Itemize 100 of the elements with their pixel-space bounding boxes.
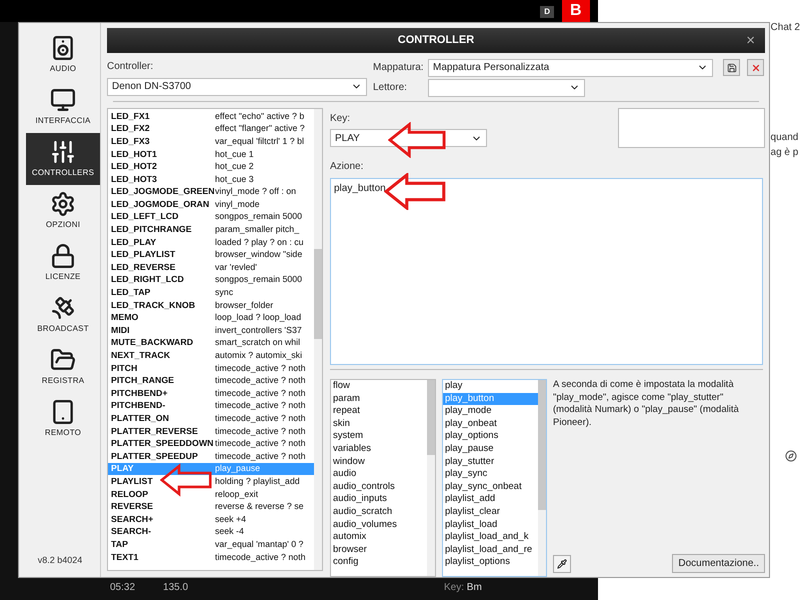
category-item[interactable]: window <box>331 456 427 468</box>
mapping-row[interactable]: LED_RIGHT_LCD songpos_remain 5000 <box>108 274 314 286</box>
track-time: 05:32 <box>110 581 136 595</box>
mapping-key: PITCH_RANGE <box>108 374 215 388</box>
mapping-row[interactable]: LED_JOGMODE_GREENvinyl_mode ? off : on <box>108 186 314 198</box>
mapping-row[interactable]: REVERSE reverse & reverse ? se <box>108 500 314 514</box>
save-button[interactable] <box>723 59 740 76</box>
mapping-row[interactable]: PLATTER_ON timecode_active ? noth <box>108 412 314 425</box>
category-item[interactable]: audio_controls <box>331 480 427 494</box>
category-item[interactable]: skin <box>331 418 427 430</box>
verb-item[interactable]: play <box>443 380 538 393</box>
mapping-row[interactable]: TEXT1 timecode_active ? noth <box>108 550 314 564</box>
verb-item[interactable]: play_mode <box>443 405 538 418</box>
documentation-button[interactable]: Documentazione.. <box>672 554 765 574</box>
category-item[interactable]: flow <box>331 380 427 393</box>
sidebar-item[interactable]: AUDIO <box>26 29 100 81</box>
category-item[interactable]: automix <box>331 531 427 544</box>
arrow-icon <box>160 462 212 498</box>
mapping-row[interactable]: LED_PLAY loaded ? play ? on : cu <box>108 236 314 249</box>
category-item[interactable]: audio_volumes <box>331 518 427 532</box>
mapping-row[interactable]: NEXT_TRACK automix ? automix_ski <box>108 349 314 362</box>
key-select[interactable]: PLAY <box>330 129 487 148</box>
chat-text: ag è p <box>770 146 800 160</box>
controller-select[interactable]: Denon DN-S3700 <box>107 78 367 96</box>
category-item[interactable]: system <box>331 430 427 443</box>
mapping-row[interactable]: PLATTER_REVERSE timecode_active ? noth <box>108 424 314 438</box>
category-item[interactable]: browser <box>331 544 427 556</box>
speaker-icon <box>50 35 76 61</box>
category-item[interactable]: audio <box>331 468 427 481</box>
mapping-row[interactable]: LED_HOT2 hot_cue 2 <box>108 160 314 173</box>
mapping-action: browser_window "side <box>215 248 302 262</box>
mapping-row[interactable]: PITCH_RANGE timecode_active ? noth <box>108 374 314 388</box>
category-item[interactable]: audio_inputs <box>331 493 427 506</box>
verb-item[interactable]: play_sync_onbeat <box>443 480 538 494</box>
verb-item[interactable]: play_sync <box>443 468 538 481</box>
category-item[interactable]: variables <box>331 442 427 456</box>
mapping-row[interactable]: SEARCH- seek -4 <box>108 526 314 538</box>
verb-item[interactable]: play_pause <box>443 442 538 456</box>
mapping-row[interactable]: LED_FX3 var_equal 'filtctrl' 1 ? bl <box>108 135 314 148</box>
sidebar-item[interactable]: REMOTO <box>26 393 100 445</box>
verb-item[interactable]: playlist_load_and_k <box>443 531 538 544</box>
sliders-icon <box>50 139 76 165</box>
mapping-row[interactable]: PLATTER_SPEEDDOWN timecode_active ? noth <box>108 437 314 450</box>
category-item[interactable]: repeat <box>331 405 427 418</box>
mapping-row[interactable]: LED_PLAYLIST browser_window "side <box>108 248 314 262</box>
sidebar-item[interactable]: REGISTRA <box>26 341 100 393</box>
mapping-row[interactable]: TAP var_equal 'mantap' 0 ? <box>108 538 314 551</box>
verb-item[interactable]: play_onbeat <box>443 418 538 430</box>
category-item[interactable]: config <box>331 556 427 569</box>
mapping-row[interactable]: SEARCH+ seek +4 <box>108 513 314 526</box>
mapping-row[interactable]: LED_FX1 effect "echo" active ? b <box>108 110 314 123</box>
mapping-row[interactable]: LED_FX2 effect "flanger" active ? <box>108 122 314 136</box>
action-textarea[interactable]: play_button <box>330 178 763 366</box>
delete-button[interactable] <box>747 59 764 76</box>
settings-icon <box>50 191 76 217</box>
category-item[interactable]: param <box>331 392 427 406</box>
verb-item[interactable]: playlist_options <box>443 556 538 569</box>
mapping-row[interactable]: LED_LEFT_LCD songpos_remain 5000 <box>108 210 314 224</box>
tablet-icon <box>50 399 76 425</box>
mapping-row[interactable]: PLAYLIST holding ? playlist_add <box>108 475 314 488</box>
verb-item[interactable]: playlist_add <box>443 493 538 506</box>
verb-item[interactable]: play_options <box>443 430 538 443</box>
mapping-row[interactable]: PLATTER_SPEEDUP timecode_active ? noth <box>108 450 314 463</box>
mapping-key: LED_LEFT_LCD <box>108 210 215 224</box>
verb-item[interactable]: playlist_clear <box>443 506 538 519</box>
mapping-key: LED_TRACK_KNOB <box>108 298 215 312</box>
mapping-row[interactable]: LED_HOT3 hot_cue 3 <box>108 172 314 186</box>
mapping-row[interactable]: PITCH timecode_active ? noth <box>108 362 314 374</box>
sidebar-item[interactable]: BROADCAST <box>26 289 100 341</box>
verb-item[interactable]: playlist_load_and_re <box>443 544 538 556</box>
mapping-row[interactable]: LED_PITCHRANGE param_smaller pitch_ <box>108 223 314 236</box>
mapping-action: hot_cue 1 <box>215 148 254 161</box>
folder-icon <box>50 347 76 373</box>
sidebar-item[interactable]: CONTROLLERS <box>26 133 100 185</box>
mapping-row[interactable]: LED_TAP sync <box>108 286 314 299</box>
mapping-action: songpos_remain 5000 <box>215 210 302 224</box>
verb-item[interactable]: play_stutter <box>443 456 538 468</box>
mapping-select[interactable]: Mappatura Personalizzata <box>428 58 713 77</box>
mapping-key: LED_PLAYLIST <box>108 248 215 262</box>
sidebar-item[interactable]: LICENZE <box>26 237 100 289</box>
mapping-row[interactable]: MIDI invert_controllers 'S37 <box>108 324 314 337</box>
mapping-action: seek +4 <box>215 512 246 526</box>
mapping-row[interactable]: LED_HOT1 hot_cue 1 <box>108 148 314 160</box>
arrow-icon <box>388 122 446 158</box>
verb-item[interactable]: playlist_load <box>443 518 538 532</box>
mapping-row[interactable]: LED_TRACK_KNOB browser_folder <box>108 298 314 312</box>
mapping-row[interactable]: RELOOP reloop_exit <box>108 488 314 500</box>
mapping-row[interactable]: LED_JOGMODE_ORAN vinyl_mode <box>108 198 314 211</box>
eyedropper-button[interactable] <box>553 555 571 574</box>
mapping-row[interactable]: MUTE_BACKWARD smart_scratch on whil <box>108 336 314 350</box>
sidebar-item[interactable]: INTERFACCIA <box>26 81 100 133</box>
mapping-row[interactable]: LED_REVERSE var 'revled' <box>108 261 314 274</box>
mapping-key: LED_FX3 <box>108 134 215 148</box>
close-button[interactable]: × <box>746 32 755 48</box>
mapping-row[interactable]: MEMO loop_load ? loop_load <box>108 312 314 324</box>
mapping-row[interactable]: PITCHBEND+ timecode_active ? noth <box>108 387 314 400</box>
mapping-row[interactable]: PITCHBEND- timecode_active ? noth <box>108 400 314 412</box>
sidebar-item[interactable]: OPZIONI <box>26 185 100 237</box>
category-item[interactable]: audio_scratch <box>331 506 427 519</box>
save-icon <box>726 62 736 73</box>
